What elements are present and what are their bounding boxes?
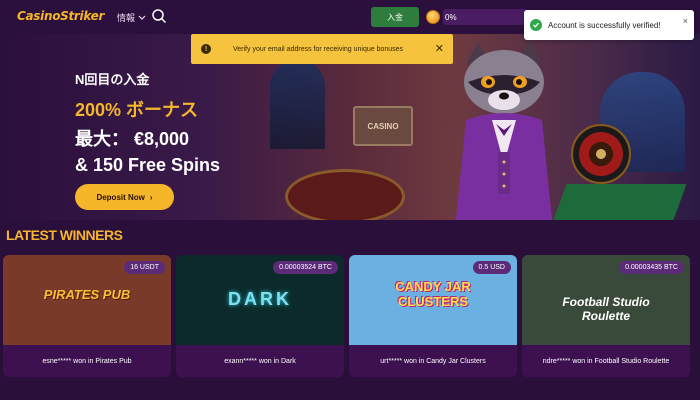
roulette-table-decor — [285, 169, 405, 220]
info-menu-label: 情報 — [117, 13, 136, 23]
success-toast: Account is successfully verified! × — [524, 10, 694, 40]
winner-caption: esne***** won in Pirates Pub — [3, 345, 171, 377]
latest-winners-title: LATEST WINNERS — [6, 227, 123, 243]
win-amount-badge: 0.00003524 BTC — [273, 261, 338, 274]
winner-card[interactable]: DARK 0.00003524 BTC exann***** won in Da… — [176, 255, 344, 377]
chevron-right-icon: › — [149, 192, 153, 202]
winner-card[interactable]: Football Studio Roulette 0.00003435 BTC … — [522, 255, 690, 377]
winner-caption: exann***** won in Dark — [176, 345, 344, 377]
raccoon-mascot — [456, 40, 552, 220]
warning-icon: ! — [201, 44, 211, 54]
game-art-title: Football Studio Roulette — [562, 295, 650, 323]
game-art-title: CANDY JAR CLUSTERS — [395, 279, 471, 309]
hero-deposit-number: N回目の入金 — [75, 72, 150, 87]
roulette-wheel-decor — [571, 124, 631, 184]
info-menu[interactable]: 情報 — [117, 11, 146, 24]
deposit-now-button[interactable]: Deposit Now › — [75, 184, 174, 210]
toast-message: Account is successfully verified! — [548, 20, 661, 30]
close-icon[interactable]: ✕ — [435, 42, 444, 55]
winners-list: PIRATES PUB 16 USDT esne***** won in Pir… — [3, 255, 697, 377]
winner-caption: urt***** won in Candy Jar Clusters — [349, 345, 517, 377]
coin-icon — [426, 10, 440, 24]
win-amount-badge: 0.00003435 BTC — [619, 261, 684, 274]
hero-max-amount: 最大： €8,000 — [75, 129, 190, 149]
check-circle-icon — [530, 19, 542, 31]
search-icon[interactable] — [151, 8, 167, 24]
close-icon[interactable]: × — [683, 16, 688, 26]
casino-logo[interactable]: CasinoStriker — [17, 9, 104, 23]
deposit-now-label: Deposit Now — [96, 192, 145, 202]
hero-window-decor — [270, 59, 325, 149]
level-progress[interactable]: 0% — [426, 8, 457, 26]
win-amount-badge: 0.5 USD — [472, 261, 511, 274]
verify-email-banner: ! Verify your email address for receivin… — [191, 34, 453, 64]
casino-sign: CASINO — [353, 106, 413, 146]
winner-caption: ndre***** won in Football Studio Roulett… — [522, 345, 690, 377]
win-amount-badge: 16 USDT — [124, 261, 165, 274]
deposit-button[interactable]: 入金 — [371, 7, 419, 27]
chevron-down-icon — [138, 15, 146, 20]
game-art-title: PIRATES PUB — [43, 287, 131, 302]
hero-bonus-percent: 200% ボーナス — [75, 100, 199, 120]
card-table-decor — [553, 184, 687, 220]
hero-free-spins: & 150 Free Spins — [75, 155, 221, 175]
winner-card[interactable]: PIRATES PUB 16 USDT esne***** won in Pir… — [3, 255, 171, 377]
progress-percent: 0% — [445, 12, 457, 22]
winner-card[interactable]: CANDY JAR CLUSTERS 0.5 USD urt***** won … — [349, 255, 517, 377]
game-art-title: DARK — [228, 289, 292, 309]
verify-email-message: Verify your email address for receiving … — [233, 45, 404, 53]
